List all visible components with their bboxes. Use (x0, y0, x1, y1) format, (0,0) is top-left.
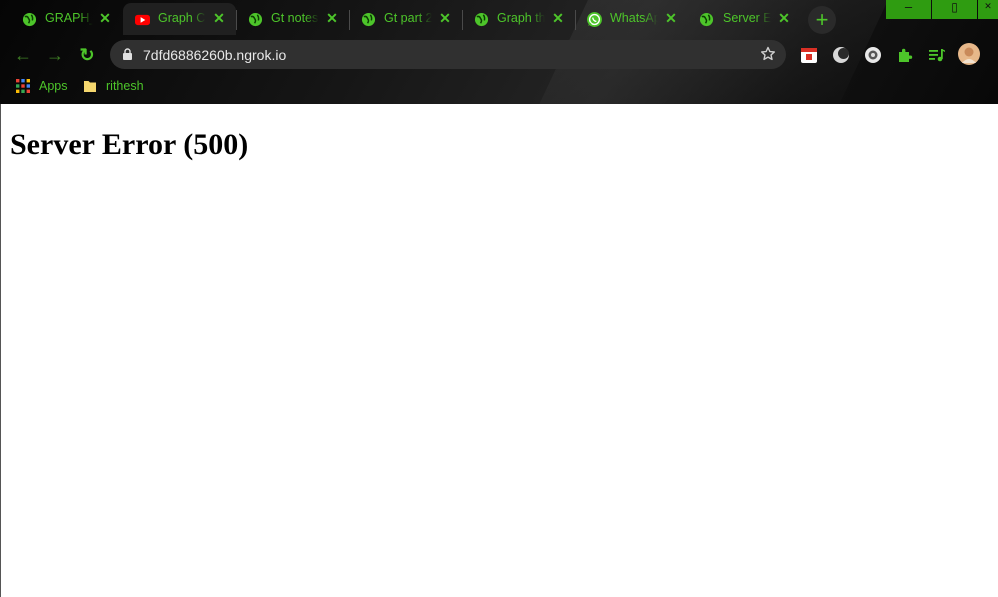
youtube-icon (135, 14, 150, 26)
tab-gt-notes[interactable]: Gt notes ✕ (237, 3, 349, 35)
tab-graph-t[interactable]: GRAPH_T ✕ (0, 3, 122, 35)
globe-icon (474, 12, 489, 27)
tab-label: Graph th (497, 11, 545, 25)
url-text[interactable]: 7dfd6886260b.ngrok.io (143, 47, 286, 63)
address-bar[interactable]: 7dfd6886260b.ngrok.io (110, 40, 786, 69)
tab-strip: GRAPH_T ✕ Graph Co ✕ Gt notes ✕ Gt part … (0, 0, 998, 38)
tab-label: Gt part 2 (384, 11, 432, 25)
tab-label: Server Er (723, 11, 771, 25)
minimize-icon: – (904, 0, 913, 14)
reload-button[interactable]: ↻ (76, 44, 98, 66)
puzzle-extensions-icon[interactable] (896, 46, 914, 64)
calendar-extension-icon[interactable] (800, 46, 818, 64)
maximize-button[interactable]: ▯ (932, 0, 977, 19)
moon-extension-icon[interactable] (832, 46, 850, 64)
tab-close-button[interactable]: ✕ (551, 11, 565, 25)
forward-button[interactable]: → (44, 44, 66, 66)
whatsapp-icon (587, 12, 602, 27)
circle-extension-icon[interactable] (864, 46, 882, 64)
globe-icon (248, 12, 263, 27)
tab-label: WhatsAp (610, 11, 658, 25)
tab-label: Graph Co (158, 11, 206, 25)
bookmark-label: rithesh (106, 79, 144, 93)
page-heading: Server Error (500) (10, 128, 249, 161)
tab-whatsapp[interactable]: WhatsAp ✕ (576, 3, 688, 35)
tab-close-button[interactable]: ✕ (438, 11, 452, 25)
lock-icon (123, 48, 132, 60)
globe-icon (22, 12, 37, 27)
globe-icon (699, 12, 714, 27)
browser-chrome: GRAPH_T ✕ Graph Co ✕ Gt notes ✕ Gt part … (0, 0, 998, 104)
toolbar: ← → ↻ 7dfd6886260b.ngrok.io (0, 38, 998, 72)
tab-server-error[interactable]: Server Er ✕ (689, 3, 801, 35)
minimize-button[interactable]: – (886, 0, 931, 19)
apps-grid-icon (16, 79, 30, 93)
tab-close-button[interactable]: ✕ (325, 11, 339, 25)
media-queue-icon[interactable] (928, 46, 946, 64)
new-tab-button[interactable]: + (808, 6, 836, 34)
profile-avatar[interactable] (958, 43, 980, 65)
folder-icon (84, 81, 96, 92)
bookmark-rithesh[interactable]: rithesh (83, 77, 144, 95)
close-icon: ✕ (984, 1, 992, 11)
back-button[interactable]: ← (12, 44, 34, 66)
tab-close-button[interactable]: ✕ (98, 11, 112, 25)
tab-graph-th[interactable]: Graph th ✕ (463, 3, 575, 35)
tab-close-button[interactable]: ✕ (777, 11, 791, 25)
tab-label: Gt notes (271, 11, 319, 25)
bookmark-star-icon[interactable] (760, 46, 776, 62)
bookmark-apps[interactable]: Apps (16, 77, 68, 95)
tab-gt-part-2[interactable]: Gt part 2 ✕ (350, 3, 462, 35)
close-window-button[interactable]: ✕ (978, 0, 998, 19)
page-content: Server Error (500) (0, 104, 998, 597)
bookmarks-bar: Apps rithesh (0, 74, 998, 98)
maximize-icon: ▯ (951, 0, 958, 14)
bookmark-label: Apps (39, 79, 68, 93)
tab-close-button[interactable]: ✕ (664, 11, 678, 25)
globe-icon (361, 12, 376, 27)
tab-label: GRAPH_T (45, 11, 93, 25)
tab-graph-co[interactable]: Graph Co ✕ (123, 3, 236, 35)
tab-close-button[interactable]: ✕ (212, 11, 226, 25)
